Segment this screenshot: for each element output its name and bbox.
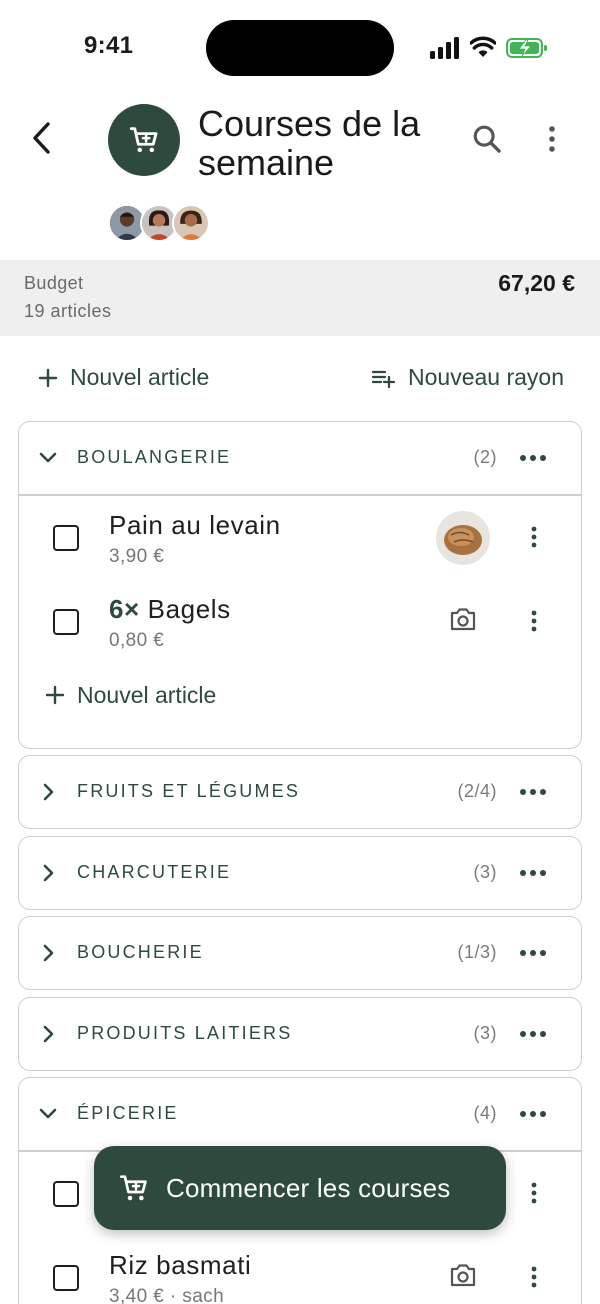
item-price: 3,40 € · sach: [109, 1285, 225, 1304]
cellular-signal-icon: [430, 37, 459, 59]
chevron-down-icon: [39, 452, 57, 463]
more-horiz-icon[interactable]: [519, 1106, 547, 1122]
section-header[interactable]: BOULANGERIE (2): [19, 422, 581, 494]
avatar: [172, 204, 210, 242]
cart-icon: [129, 127, 158, 153]
section-name: BOULANGERIE: [77, 447, 232, 467]
section-count: (4): [473, 1103, 497, 1123]
more-vert-icon: [549, 126, 555, 152]
item-price: 0,80 €: [109, 629, 165, 651]
section-add-item-button[interactable]: Nouvel article: [19, 664, 581, 734]
list-item: 6× Bagels 0,80 €: [19, 580, 581, 664]
section-add-item-label: Nouvel article: [77, 681, 217, 708]
section-count: (1/3): [457, 942, 497, 962]
section-card: PRODUITS LAITIERS (3): [18, 997, 582, 1071]
list-actions: Nouvel article Nouveau rayon: [0, 356, 600, 406]
list-avatar: [108, 104, 180, 176]
camera-icon[interactable]: [449, 1262, 477, 1288]
more-horiz-icon[interactable]: [519, 865, 547, 881]
section-header[interactable]: CHARCUTERIE (3): [19, 837, 581, 909]
list-item: Riz basmati 3,40 € · sach: [19, 1236, 581, 1304]
more-horiz-icon[interactable]: [519, 945, 547, 961]
section-header[interactable]: FRUITS ET LÉGUMES (2/4): [19, 756, 581, 828]
search-button[interactable]: [470, 122, 504, 156]
chevron-down-icon: [39, 1108, 57, 1119]
new-section-label: Nouveau rayon: [408, 364, 564, 390]
budget-total: 67,20 €: [498, 270, 575, 296]
plus-icon: [38, 368, 58, 387]
search-icon: [473, 125, 501, 153]
new-item-label: Nouvel article: [70, 364, 210, 390]
section-name: PRODUITS LAITIERS: [77, 1023, 293, 1043]
section-card: CHARCUTERIE (3): [18, 836, 582, 910]
section-header[interactable]: ÉPICERIE (4): [19, 1078, 581, 1150]
more-horiz-icon[interactable]: [519, 784, 547, 800]
page-title: Courses de la semaine: [198, 103, 421, 183]
item-more-button[interactable]: [526, 1262, 542, 1292]
more-options-button[interactable]: [538, 122, 566, 156]
list-header: Courses de la semaine: [0, 96, 600, 260]
section-count: (3): [473, 862, 497, 882]
more-vert-icon: [531, 526, 537, 547]
plus-icon: [45, 685, 65, 705]
back-button[interactable]: [26, 118, 58, 158]
wifi-icon: [470, 36, 496, 57]
start-shopping-button[interactable]: Commencer les courses: [94, 1146, 506, 1230]
section-count: (3): [473, 1023, 497, 1043]
item-more-button[interactable]: [526, 522, 542, 552]
section-card: FRUITS ET LÉGUMES (2/4): [18, 755, 582, 829]
section-count: (2/4): [457, 781, 497, 801]
chevron-right-icon: [43, 783, 54, 801]
playlist-add-icon: [372, 370, 396, 388]
item-checkbox[interactable]: [53, 524, 79, 551]
section-name: FRUITS ET LÉGUMES: [77, 781, 301, 801]
item-name[interactable]: 6× Bagels: [109, 594, 231, 625]
more-horiz-icon[interactable]: [519, 1026, 547, 1042]
item-more-button[interactable]: [526, 606, 542, 636]
dynamic-island: [206, 20, 394, 76]
start-shopping-label: Commencer les courses: [166, 1173, 451, 1203]
item-photo[interactable]: [436, 510, 490, 565]
item-count: 19 articles: [24, 301, 112, 321]
section-name: ÉPICERIE: [77, 1103, 179, 1123]
battery-charging-icon: [506, 38, 547, 58]
status-bar: 9:41: [0, 0, 600, 96]
section-name: CHARCUTERIE: [77, 862, 232, 882]
item-name[interactable]: Pain au levain: [109, 510, 281, 541]
item-checkbox[interactable]: [53, 1180, 79, 1207]
status-time: 9:41: [84, 32, 134, 59]
list-item: Pain au levain 3,90 €: [19, 496, 581, 580]
item-checkbox[interactable]: [53, 1264, 79, 1291]
section-count: (2): [473, 447, 497, 467]
section-card: BOUCHERIE (1/3): [18, 916, 582, 990]
more-vert-icon: [531, 1266, 537, 1287]
new-item-button[interactable]: Nouvel article: [38, 364, 209, 391]
budget-summary: Budget 19 articles 67,20 €: [0, 260, 600, 336]
item-name[interactable]: Riz basmati: [109, 1250, 251, 1281]
more-vert-icon: [531, 610, 537, 631]
chevron-right-icon: [43, 944, 54, 962]
section-card: BOULANGERIE (2) Pain au levain 3,90 € 6×…: [18, 421, 582, 749]
shared-members[interactable]: [108, 204, 218, 244]
more-vert-icon: [531, 1182, 537, 1203]
item-checkbox[interactable]: [53, 608, 79, 635]
camera-icon[interactable]: [449, 606, 477, 632]
chevron-right-icon: [43, 1025, 54, 1043]
section-name: BOUCHERIE: [77, 942, 204, 962]
section-header[interactable]: BOUCHERIE (1/3): [19, 917, 581, 989]
new-section-button[interactable]: Nouveau rayon: [372, 364, 564, 391]
item-more-button[interactable]: [526, 1178, 542, 1208]
chevron-right-icon: [43, 864, 54, 882]
cart-icon: [120, 1175, 147, 1201]
section-header[interactable]: PRODUITS LAITIERS (3): [19, 998, 581, 1070]
budget-label: Budget: [24, 273, 84, 293]
item-price: 3,90 €: [109, 545, 165, 567]
back-arrow-icon: [33, 122, 50, 154]
more-horiz-icon[interactable]: [519, 450, 547, 466]
